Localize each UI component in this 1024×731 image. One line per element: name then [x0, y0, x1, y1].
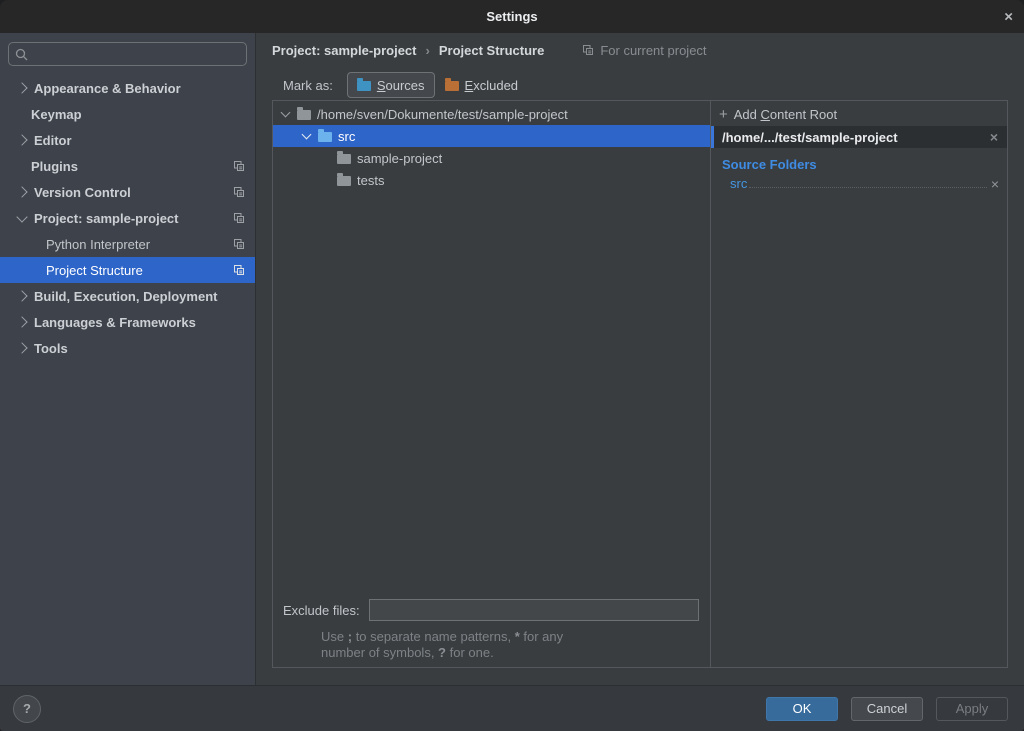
folder-icon: [337, 154, 351, 164]
sidebar-item-keymap[interactable]: Keymap: [0, 101, 255, 127]
settings-nav: Appearance & Behavior Keymap Editor Plug…: [0, 75, 255, 361]
tree-row-src[interactable]: src: [273, 125, 710, 147]
sources-folder-icon: [357, 81, 371, 91]
current-project-icon: [233, 186, 245, 198]
source-folders-heading: Source Folders: [722, 157, 1007, 172]
search-box[interactable]: [8, 42, 247, 66]
sidebar-item-build-execution-deployment[interactable]: Build, Execution, Deployment: [0, 283, 255, 309]
settings-dialog: Settings × Appearance & Behavior Keymap …: [0, 0, 1024, 731]
source-folder-item-src[interactable]: src ×: [730, 176, 999, 191]
mark-as-label: Mark as:: [283, 78, 333, 93]
sidebar-item-python-interpreter[interactable]: Python Interpreter: [0, 231, 255, 257]
chevron-right-icon: [16, 342, 27, 353]
question-mark-icon: ?: [23, 701, 31, 716]
tree-row-content-root[interactable]: /home/sven/Dokumente/test/sample-project: [273, 103, 710, 125]
title-bar: Settings ×: [0, 0, 1024, 33]
apply-button[interactable]: Apply: [936, 697, 1008, 721]
help-button[interactable]: ?: [13, 695, 41, 723]
search-input[interactable]: [33, 46, 240, 63]
chevron-right-icon: [16, 186, 27, 197]
sidebar-item-version-control[interactable]: Version Control: [0, 179, 255, 205]
current-project-icon: [233, 264, 245, 276]
chevron-down-icon[interactable]: [281, 108, 291, 118]
content-root-item[interactable]: /home/.../test/sample-project ×: [711, 126, 1007, 148]
breadcrumb-project[interactable]: Project: sample-project: [272, 43, 417, 58]
chevron-right-icon: [16, 290, 27, 301]
settings-sidebar: Appearance & Behavior Keymap Editor Plug…: [0, 33, 256, 686]
mark-sources-label: Sources: [377, 78, 425, 93]
close-icon[interactable]: ×: [1004, 9, 1013, 24]
tree-row-sample-project[interactable]: sample-project: [273, 147, 710, 169]
remove-content-root-button[interactable]: ×: [990, 130, 998, 144]
window-title: Settings: [486, 9, 537, 24]
chevron-right-icon: [16, 134, 27, 145]
dialog-footer: ? OK Cancel Apply: [0, 685, 1024, 731]
source-folder-icon: [318, 132, 332, 142]
remove-source-folder-button[interactable]: ×: [991, 177, 999, 191]
scope-note-label: For current project: [600, 43, 706, 58]
folder-icon: [337, 176, 351, 186]
plus-icon: +: [719, 107, 728, 122]
add-content-root-button[interactable]: + Add Content Root: [711, 103, 1007, 126]
page-title: Project Structure: [439, 43, 544, 58]
current-project-icon: [233, 160, 245, 172]
exclude-files-label: Exclude files:: [283, 603, 360, 618]
current-project-icon: [233, 238, 245, 250]
dotted-leader: [749, 186, 986, 188]
mark-excluded-button[interactable]: Excluded: [435, 72, 528, 98]
sidebar-item-project[interactable]: Project: sample-project: [0, 205, 255, 231]
ok-button[interactable]: OK: [766, 697, 838, 721]
content-root-path: /home/.../test/sample-project: [722, 130, 898, 145]
cancel-button[interactable]: Cancel: [851, 697, 923, 721]
scope-note: For current project: [582, 43, 706, 58]
mark-as-toolbar: Mark as: Sources Excluded: [283, 72, 528, 98]
chevron-right-icon: [16, 316, 27, 327]
search-icon: [15, 48, 28, 61]
add-content-root-label: Add Content Root: [734, 107, 837, 122]
source-folder-name: src: [730, 176, 747, 191]
chevron-right-icon: [16, 82, 27, 93]
sidebar-item-project-structure[interactable]: Project Structure: [0, 257, 255, 283]
sidebar-item-appearance-behavior[interactable]: Appearance & Behavior: [0, 75, 255, 101]
content-root-tree: /home/sven/Dokumente/test/sample-project…: [272, 100, 711, 668]
exclude-files-input[interactable]: [369, 599, 699, 621]
exclude-files-section: Exclude files: Use ; to separate name pa…: [283, 599, 704, 661]
sidebar-item-editor[interactable]: Editor: [0, 127, 255, 153]
breadcrumb-separator: ›: [426, 43, 430, 58]
content-roots-panel: + Add Content Root /home/.../test/sample…: [711, 100, 1008, 668]
tree-row-tests[interactable]: tests: [273, 169, 710, 191]
exclude-files-hint: Use ; to separate name patterns, * for a…: [321, 629, 704, 661]
excluded-folder-icon: [445, 81, 459, 91]
breadcrumb: Project: sample-project › Project Struct…: [272, 38, 707, 62]
chevron-down-icon[interactable]: [302, 130, 312, 140]
chevron-down-icon: [16, 211, 27, 222]
current-project-icon: [233, 212, 245, 224]
sidebar-item-tools[interactable]: Tools: [0, 335, 255, 361]
sidebar-item-languages-frameworks[interactable]: Languages & Frameworks: [0, 309, 255, 335]
current-project-icon: [582, 44, 594, 56]
folder-icon: [297, 110, 311, 120]
mark-excluded-label: Excluded: [465, 78, 518, 93]
mark-sources-button[interactable]: Sources: [347, 72, 435, 98]
sidebar-item-plugins[interactable]: Plugins: [0, 153, 255, 179]
settings-content: Project: sample-project › Project Struct…: [256, 33, 1024, 686]
